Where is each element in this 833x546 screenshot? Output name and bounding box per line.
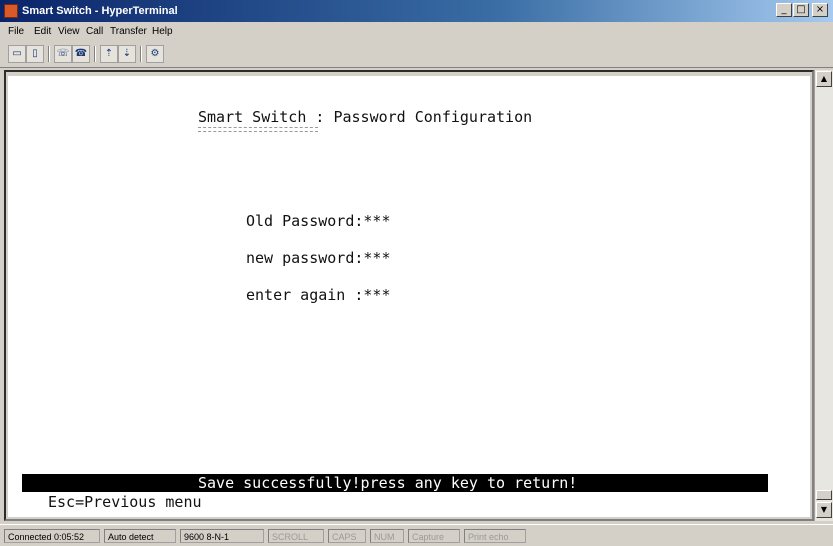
disconnect-icon: ☎ bbox=[74, 48, 88, 59]
toolbar-separator bbox=[48, 46, 50, 62]
open-button[interactable]: ▯ bbox=[26, 45, 44, 63]
capture-indicator: Capture bbox=[408, 529, 460, 543]
open-icon: ▯ bbox=[32, 48, 38, 59]
properties-icon: ⚙ bbox=[150, 48, 160, 59]
scroll-lock-indicator: SCROLL bbox=[268, 529, 324, 543]
toolbar-separator bbox=[94, 46, 96, 62]
save-status-text: Save successfully!press any key to retur… bbox=[198, 474, 578, 492]
close-button[interactable]: × bbox=[812, 3, 828, 17]
menu-file[interactable]: File bbox=[8, 25, 24, 39]
scroll-up-icon[interactable]: ▲ bbox=[816, 71, 832, 87]
scroll-thumb[interactable] bbox=[816, 490, 832, 500]
title-underline bbox=[198, 127, 318, 132]
save-status-message: Save successfully!press any key to retur… bbox=[22, 474, 768, 492]
menu-edit[interactable]: Edit bbox=[34, 25, 51, 39]
minimize-button[interactable]: _ bbox=[776, 3, 792, 17]
disconnect-button[interactable]: ☎ bbox=[72, 45, 90, 63]
menu-view[interactable]: View bbox=[58, 25, 80, 39]
receive-button[interactable]: ⇣ bbox=[118, 45, 136, 63]
new-connection-button[interactable]: ▭ bbox=[8, 45, 26, 63]
vertical-scrollbar[interactable]: ▲ ▼ bbox=[814, 70, 833, 521]
call-icon: ☏ bbox=[56, 48, 70, 59]
num-indicator: NUM bbox=[370, 529, 404, 543]
status-bar: Connected 0:05:52 Auto detect 9600 8-N-1… bbox=[0, 524, 833, 546]
terminal-detect: Auto detect bbox=[104, 529, 176, 543]
call-button[interactable]: ☏ bbox=[54, 45, 72, 63]
title-bar: Smart Switch - HyperTerminal _ □ × bbox=[0, 0, 833, 22]
port-settings: 9600 8-N-1 bbox=[180, 529, 264, 543]
connection-time: Connected 0:05:52 bbox=[4, 529, 100, 543]
toolbar-separator bbox=[140, 46, 142, 62]
send-icon: ⇡ bbox=[104, 48, 114, 59]
scroll-down-icon[interactable]: ▼ bbox=[816, 502, 832, 518]
caps-indicator: CAPS bbox=[328, 529, 366, 543]
print-echo-indicator: Print echo bbox=[464, 529, 526, 543]
menu-call[interactable]: Call bbox=[86, 25, 103, 39]
menu-help[interactable]: Help bbox=[152, 25, 173, 39]
hyperterminal-app-icon bbox=[4, 4, 18, 18]
footer-hint: Esc=Previous menu bbox=[48, 493, 202, 511]
toolbar: ▭ ▯ ☏ ☎ ⇡ ⇣ ⚙ bbox=[0, 42, 833, 68]
window-title: Smart Switch - HyperTerminal bbox=[22, 5, 178, 17]
new-password-field[interactable]: new password:*** bbox=[246, 249, 391, 267]
page-title: Smart Switch : Password Configuration bbox=[198, 108, 533, 126]
terminal-screen[interactable]: Smart Switch : Password Configuration Ol… bbox=[8, 76, 810, 517]
receive-icon: ⇣ bbox=[122, 48, 132, 59]
maximize-button[interactable]: □ bbox=[793, 3, 809, 17]
send-button[interactable]: ⇡ bbox=[100, 45, 118, 63]
new-connection-icon: ▭ bbox=[12, 48, 22, 59]
confirm-password-field[interactable]: enter again :*** bbox=[246, 286, 391, 304]
old-password-field[interactable]: Old Password:*** bbox=[246, 212, 391, 230]
menu-bar: File Edit View Call Transfer Help bbox=[0, 22, 833, 42]
properties-button[interactable]: ⚙ bbox=[146, 45, 164, 63]
menu-transfer[interactable]: Transfer bbox=[110, 25, 147, 39]
